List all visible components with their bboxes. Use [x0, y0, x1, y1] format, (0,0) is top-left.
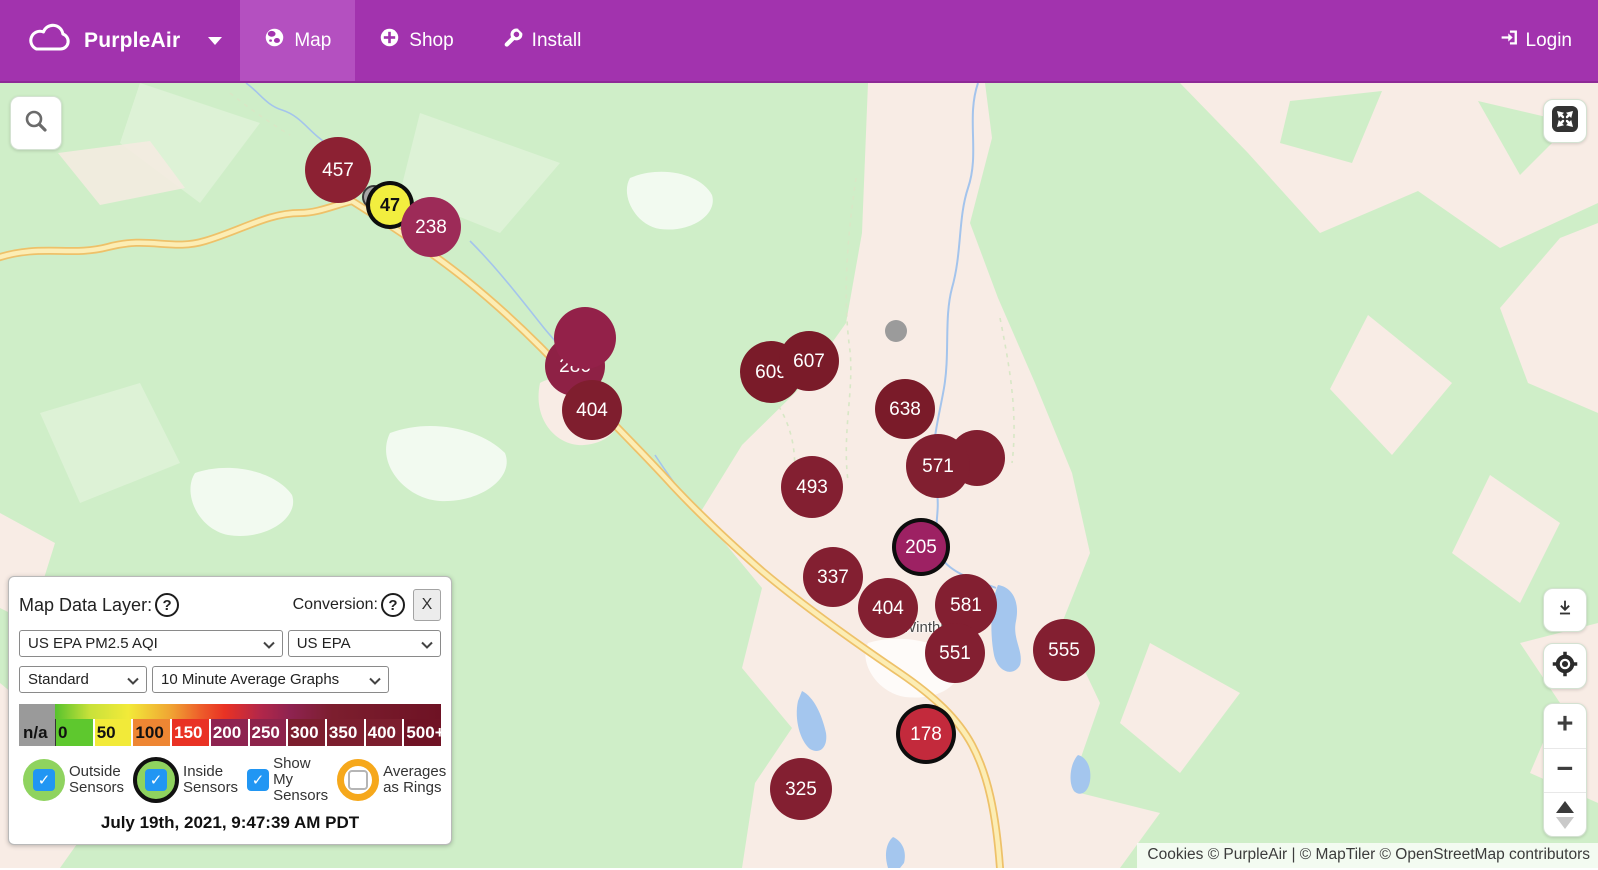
conversion-value: US EPA — [297, 635, 351, 652]
globe-icon — [264, 27, 285, 54]
tab-install[interactable]: Install — [478, 0, 606, 81]
sensor-marker[interactable]: 404 — [562, 380, 622, 440]
scale-segment: 500+ — [402, 719, 441, 746]
zoom-in-button[interactable]: + — [1544, 704, 1586, 748]
sensor-marker[interactable]: 205 — [896, 522, 946, 572]
navbar: PurpleAir Map Shop Install Login — [0, 0, 1598, 83]
data-layer-select[interactable]: US EPA PM2.5 AQI — [19, 630, 283, 657]
map-attribution[interactable]: Cookies © PurpleAir | © MapTiler © OpenS… — [1137, 843, 1598, 868]
scale-segment: n/a — [19, 719, 55, 746]
conversion-label: Conversion: — [293, 596, 378, 614]
zoom-control: + − — [1543, 703, 1587, 837]
data-layer-value: US EPA PM2.5 AQI — [28, 635, 158, 652]
graphs-select[interactable]: 10 Minute Average Graphs — [152, 666, 389, 693]
brand-menu[interactable]: PurpleAir — [26, 0, 222, 81]
channel-value: Standard — [28, 671, 89, 688]
login-button[interactable]: Login — [1499, 27, 1573, 54]
fullscreen-button[interactable] — [1543, 99, 1587, 143]
scale-segment: 0 — [55, 719, 93, 746]
sensor-marker[interactable]: 337 — [803, 547, 863, 607]
sensor-marker[interactable]: 638 — [875, 379, 935, 439]
close-panel-button[interactable]: X — [413, 589, 441, 621]
scale-segment: 250 — [248, 719, 287, 746]
sensor-marker[interactable]: 571 — [906, 434, 970, 498]
scale-segment: 350 — [325, 719, 364, 746]
sensor-marker[interactable]: 238 — [401, 197, 461, 257]
fullscreen-icon — [1550, 104, 1580, 139]
channel-select[interactable]: Standard — [19, 666, 147, 693]
sensor-marker[interactable]: 551 — [925, 623, 985, 683]
ring-marker-icon — [337, 759, 379, 801]
checkbox[interactable]: ✓ — [247, 769, 269, 791]
download-icon — [1554, 597, 1576, 624]
graphs-value: 10 Minute Average Graphs — [161, 671, 339, 688]
scale-segment: 50 — [93, 719, 132, 746]
tilt-button[interactable] — [1544, 792, 1586, 836]
chevron-down-icon — [127, 677, 139, 685]
checkbox-label: OutsideSensors — [69, 764, 124, 796]
sensor-marker[interactable]: 404 — [858, 578, 918, 638]
download-button[interactable] — [1543, 588, 1587, 632]
checkbox-label: Show MySensors — [273, 756, 328, 804]
chevron-down-icon — [369, 677, 381, 685]
arrow-up-icon — [1556, 801, 1574, 813]
tab-label: Install — [532, 30, 582, 52]
zoom-out-button[interactable]: − — [1544, 748, 1586, 792]
locate-icon — [1551, 650, 1579, 683]
scale-segment: 300 — [286, 719, 325, 746]
brand-name: PurpleAir — [84, 29, 180, 53]
sensor-filter-row: ✓OutsideSensors✓InsideSensors✓Show MySen… — [19, 756, 441, 804]
map-data-layer-panel: Map Data Layer: ? Conversion: ? X US EPA… — [8, 576, 452, 845]
wrench-icon — [502, 27, 523, 54]
nav-tabs: Map Shop Install — [240, 0, 605, 81]
scale-segment: 400 — [364, 719, 403, 746]
sensor-marker[interactable]: 493 — [781, 456, 843, 518]
arrow-down-icon — [1556, 817, 1574, 829]
locate-button[interactable] — [1543, 643, 1587, 689]
sensor-marker[interactable]: 178 — [900, 708, 952, 760]
panel-title: Map Data Layer: — [19, 595, 152, 616]
plus-circle-icon — [379, 27, 400, 54]
sensor-dot[interactable] — [885, 320, 907, 342]
sensor-marker[interactable]: 555 — [1033, 619, 1095, 681]
checkbox-label: InsideSensors — [183, 764, 238, 796]
inside-marker-icon: ✓ — [133, 757, 179, 803]
sensor-dot[interactable] — [554, 307, 616, 369]
sign-in-icon — [1499, 27, 1520, 54]
sensor-marker[interactable]: 457 — [305, 137, 371, 203]
sensor-marker[interactable]: 607 — [779, 331, 839, 391]
search-button[interactable] — [10, 96, 62, 150]
conversion-help-button[interactable]: ? — [381, 593, 405, 617]
tab-shop[interactable]: Shop — [355, 0, 477, 81]
checkbox[interactable] — [348, 770, 368, 790]
aqi-color-scale: n/a050100150200250300350400500+ — [19, 704, 441, 746]
map-canvas[interactable]: Winthrop 4574723828640460960763857149320… — [0, 83, 1598, 868]
tab-label: Map — [294, 30, 331, 52]
chevron-down-icon — [208, 37, 222, 45]
search-icon — [23, 108, 49, 139]
minus-icon: − — [1557, 755, 1574, 784]
chevron-down-icon — [263, 641, 275, 649]
outside-marker-icon: ✓ — [23, 759, 65, 801]
plus-icon: + — [1557, 710, 1574, 739]
checkbox[interactable]: ✓ — [145, 769, 167, 791]
timestamp: July 19th, 2021, 9:47:39 AM PDT — [19, 813, 441, 833]
checkbox[interactable]: ✓ — [33, 769, 55, 791]
cloud-logo-icon — [26, 23, 72, 58]
tab-label: Shop — [409, 30, 453, 52]
data-layer-help-button[interactable]: ? — [155, 593, 179, 617]
chevron-down-icon — [421, 641, 433, 649]
scale-segment: 150 — [170, 719, 209, 746]
scale-segment: 100 — [131, 719, 170, 746]
login-label: Login — [1526, 30, 1573, 52]
checkbox-label: Averagesas Rings — [383, 764, 446, 796]
scale-segment: 200 — [209, 719, 248, 746]
conversion-select[interactable]: US EPA — [288, 630, 441, 657]
tab-map[interactable]: Map — [240, 0, 355, 81]
sensor-marker[interactable]: 325 — [770, 758, 832, 820]
